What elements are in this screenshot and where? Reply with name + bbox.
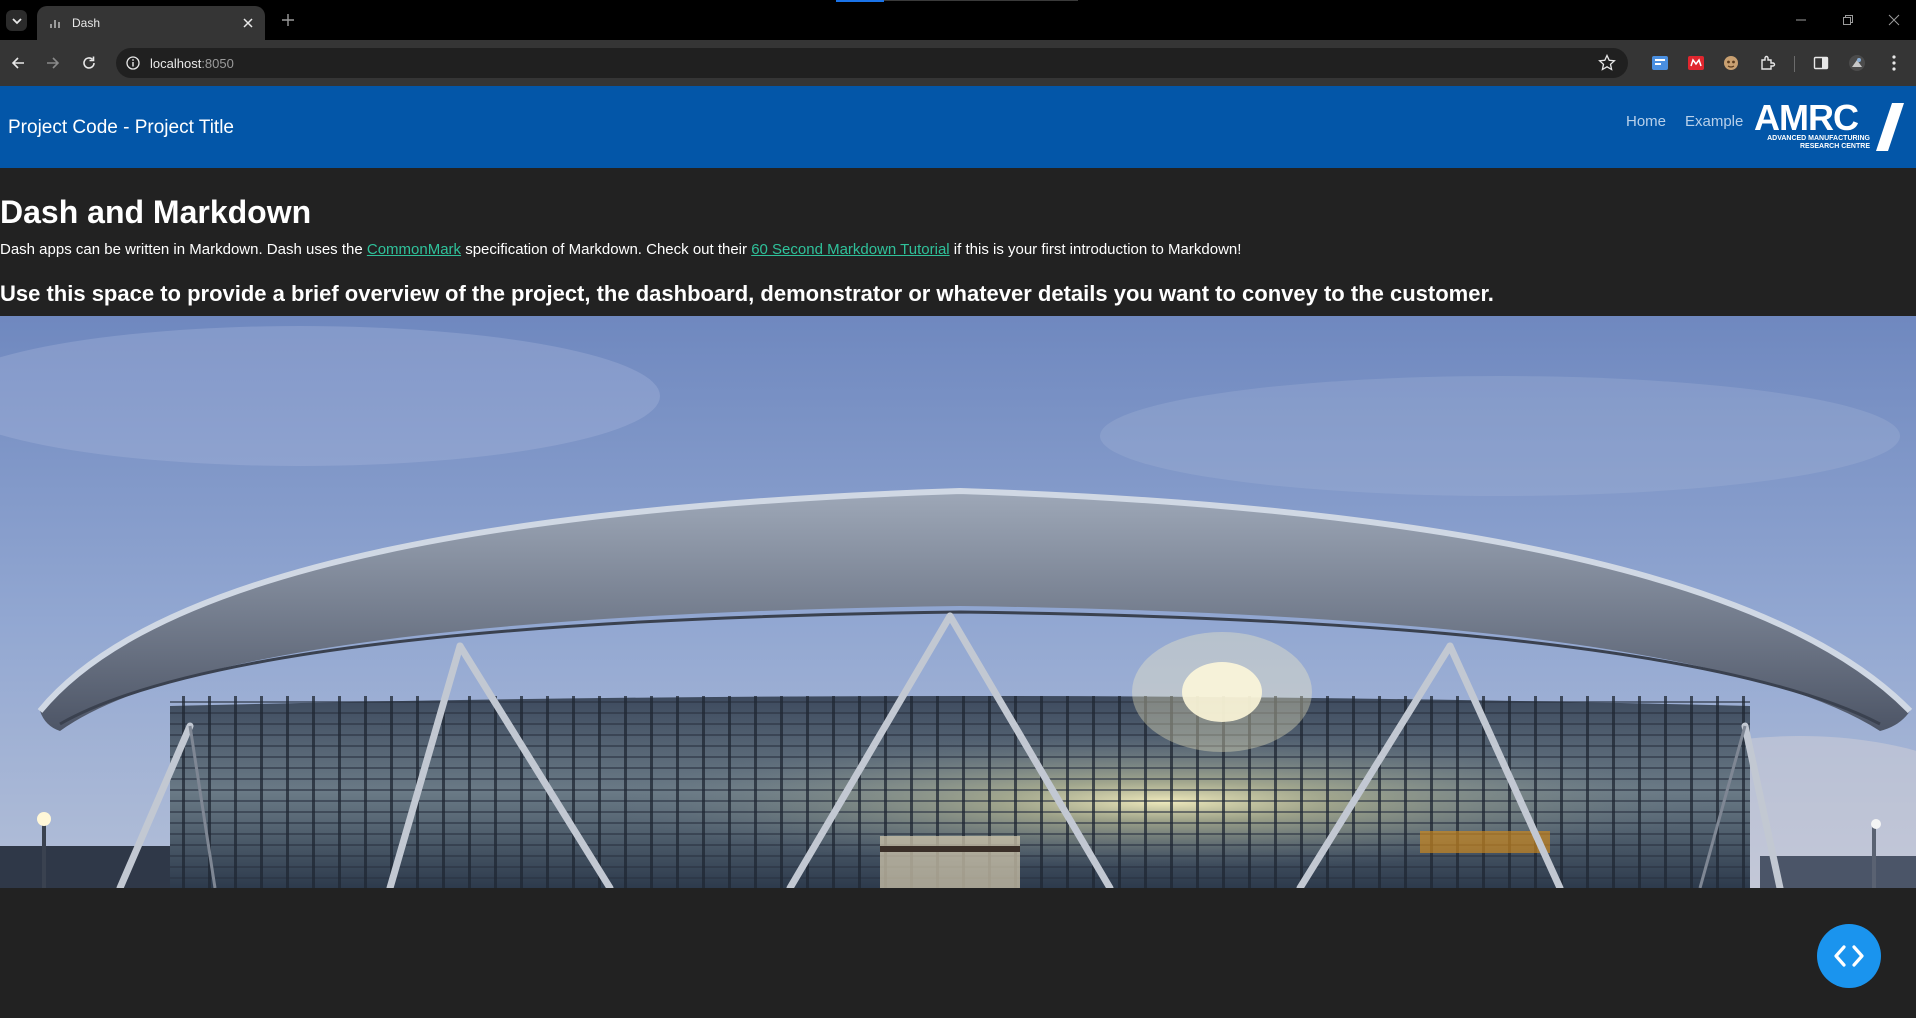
toolbar-separator bbox=[1794, 56, 1795, 72]
bookmark-star-icon[interactable] bbox=[1598, 54, 1616, 72]
browser-tab-active[interactable]: Dash bbox=[37, 6, 265, 40]
extensions-puzzle-icon[interactable] bbox=[1757, 52, 1779, 74]
logo-name: AMRC bbox=[1754, 99, 1859, 138]
plus-icon bbox=[282, 14, 294, 26]
hero-building-image bbox=[0, 316, 1916, 888]
close-window-button[interactable] bbox=[1880, 8, 1908, 32]
close-icon bbox=[243, 18, 253, 28]
minimize-icon bbox=[1796, 19, 1806, 21]
browser-tabstrip: Dash bbox=[0, 0, 1916, 40]
browser-menu-icon[interactable] bbox=[1883, 52, 1905, 74]
side-panel-icon[interactable] bbox=[1810, 52, 1832, 74]
tab-search-button[interactable] bbox=[6, 10, 27, 31]
tab-close-button[interactable] bbox=[237, 12, 259, 34]
minimize-button[interactable] bbox=[1787, 8, 1815, 32]
navbar-brand[interactable]: Project Code - Project Title bbox=[8, 117, 234, 139]
logo-line2: RESEARCH CENTRE bbox=[1800, 143, 1870, 150]
nav-link-example[interactable]: Example bbox=[1685, 113, 1743, 130]
arrow-left-icon bbox=[11, 57, 24, 69]
address-bar[interactable]: localhost:8050 bbox=[116, 48, 1628, 78]
tabstrip-accent bbox=[836, 0, 884, 2]
amrc-logo[interactable]: AMRC ADVANCED MANUFACTURING RESEARCH CEN… bbox=[1752, 99, 1904, 151]
nav-link-home[interactable]: Home bbox=[1626, 113, 1666, 130]
extension-red-icon[interactable] bbox=[1685, 52, 1707, 74]
navbar: Project Code - Project Title Home Exampl… bbox=[0, 86, 1916, 168]
logo-line1: ADVANCED MANUFACTURING bbox=[1767, 135, 1870, 142]
app-page: Project Code - Project Title Home Exampl… bbox=[0, 86, 1916, 1018]
arrow-right-icon bbox=[47, 57, 60, 69]
url-text: localhost:8050 bbox=[150, 55, 234, 71]
extension-cookie-icon[interactable] bbox=[1720, 52, 1742, 74]
profile-avatar-icon[interactable] bbox=[1846, 52, 1868, 74]
site-info-icon bbox=[126, 56, 140, 70]
extension-translate-icon[interactable] bbox=[1649, 52, 1671, 74]
back-button[interactable] bbox=[6, 51, 30, 75]
intro-paragraph: Dash apps can be written in Markdown. Da… bbox=[0, 241, 1242, 258]
commonmark-link[interactable]: CommonMark bbox=[367, 241, 461, 258]
page-heading: Dash and Markdown bbox=[0, 194, 312, 230]
tab-title: Dash bbox=[72, 16, 101, 30]
overview-subheading: Use this space to provide a brief overvi… bbox=[0, 281, 1494, 306]
code-brackets-icon bbox=[1834, 945, 1864, 967]
dash-favicon-icon bbox=[47, 15, 63, 31]
restore-icon bbox=[1843, 15, 1853, 25]
debug-code-button[interactable] bbox=[1817, 924, 1881, 988]
logo-slash bbox=[1876, 103, 1904, 151]
markdown-tutorial-link[interactable]: 60 Second Markdown Tutorial bbox=[751, 241, 949, 258]
forward-button[interactable] bbox=[41, 51, 65, 75]
tabstrip-accent-line bbox=[884, 0, 1078, 1]
chevron-down-icon bbox=[11, 17, 22, 24]
restore-button[interactable] bbox=[1834, 8, 1862, 32]
reload-button[interactable] bbox=[77, 51, 101, 75]
new-tab-button[interactable] bbox=[278, 10, 298, 30]
browser-toolbar: localhost:8050 bbox=[0, 40, 1916, 86]
reload-icon bbox=[83, 56, 95, 69]
close-icon bbox=[1888, 14, 1900, 26]
